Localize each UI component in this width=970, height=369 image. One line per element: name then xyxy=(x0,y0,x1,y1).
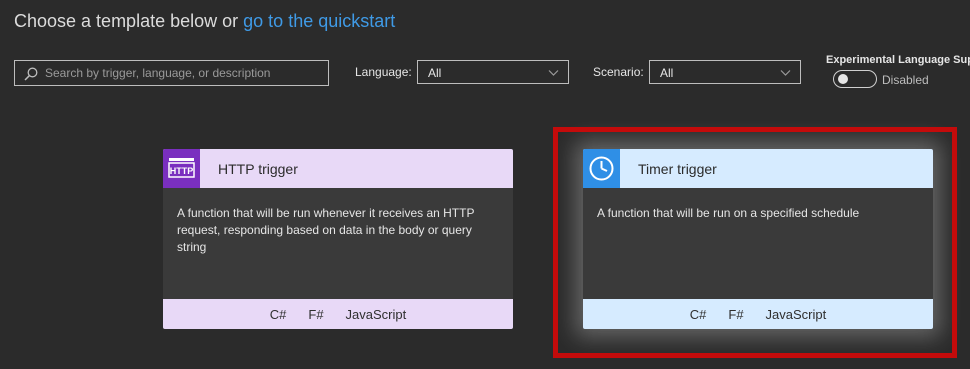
card-title: HTTP trigger xyxy=(218,161,298,177)
experimental-language-toggle[interactable] xyxy=(833,70,877,88)
experimental-language-label: Experimental Language Sup xyxy=(826,54,970,66)
language-tag: C# xyxy=(269,306,287,322)
scenario-value: All xyxy=(660,66,674,80)
language-tag: F# xyxy=(308,306,324,322)
card-description: A function that will be run whenever it … xyxy=(177,206,475,254)
template-card-http-trigger[interactable]: HTTP HTTP trigger A function that will b… xyxy=(163,149,513,329)
selection-highlight xyxy=(553,127,957,358)
search-input[interactable] xyxy=(45,61,325,85)
heading-text: Choose a template below or xyxy=(14,11,239,31)
search-icon xyxy=(24,67,38,81)
language-select[interactable]: All xyxy=(417,60,569,84)
scenario-select[interactable]: All xyxy=(649,60,801,84)
http-icon-text: HTTP xyxy=(170,166,194,176)
language-value: All xyxy=(428,66,442,80)
toggle-knob xyxy=(838,74,848,84)
chevron-down-icon xyxy=(548,70,559,76)
language-label: Language: xyxy=(355,65,412,79)
chevron-down-icon xyxy=(780,70,791,76)
card-header: HTTP HTTP trigger xyxy=(163,149,513,188)
scenario-label: Scenario: xyxy=(593,65,644,79)
search-box[interactable] xyxy=(14,60,329,86)
http-icon: HTTP xyxy=(163,149,200,188)
language-tag: JavaScript xyxy=(345,306,407,322)
card-languages: C# F# JavaScript xyxy=(163,299,513,329)
quickstart-link[interactable]: go to the quickstart xyxy=(243,11,395,31)
page-heading: Choose a template below or go to the qui… xyxy=(14,11,395,32)
toggle-status: Disabled xyxy=(882,73,929,87)
